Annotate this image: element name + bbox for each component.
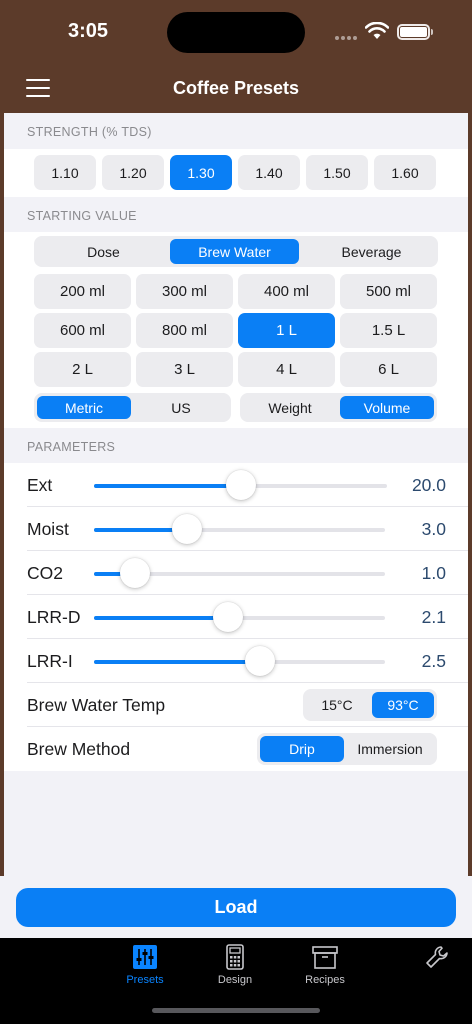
slider-thumb-lrr-i[interactable] (245, 646, 275, 676)
load-area: Load (0, 876, 472, 938)
slider-track-lrr-i[interactable] (94, 660, 385, 664)
starting-value-section-header: STARTING VALUE (27, 209, 137, 223)
slider-fill (94, 660, 260, 664)
parameter-label: Moist (27, 519, 69, 539)
starting-type-segmented-control: Dose Brew Water Beverage (34, 236, 438, 267)
wrench-icon (424, 944, 450, 970)
temp-option-15-c[interactable]: 15°C (306, 692, 368, 718)
page-title: Coffee Presets (172, 78, 300, 98)
measure-volume[interactable]: Volume (340, 396, 434, 419)
temp-option-93-c[interactable]: 93°C (372, 692, 434, 718)
brew-water-temp-segmented-control: 15°C 93°C (303, 689, 437, 721)
status-bar: 3:05 (0, 0, 472, 66)
volume-option-1-5-l[interactable]: 1.5 L (340, 313, 437, 348)
strength-option-1-30[interactable]: 1.30 (170, 155, 232, 190)
navigation-bar: Coffee Presets (0, 66, 472, 113)
battery-icon (397, 24, 430, 40)
unit-metric[interactable]: Metric (37, 396, 131, 419)
volume-option-500-ml[interactable]: 500 ml (340, 274, 437, 309)
parameter-value: 1.0 (421, 563, 446, 583)
slider-thumb-moist[interactable] (172, 514, 202, 544)
parameter-row-lrr-d: LRR-D 2.1 (4, 595, 468, 639)
measure-weight[interactable]: Weight (243, 396, 337, 419)
presets-sheet: STRENGTH (% TDS) 1.10 1.20 1.30 1.40 1.50 1.6… (4, 113, 468, 876)
load-button[interactable]: Load (16, 888, 456, 927)
sliders-icon (132, 944, 158, 970)
volume-option-1-l[interactable]: 1 L (238, 313, 335, 348)
tab-label: Design (217, 974, 253, 986)
measure-segmented-control: Weight Volume (240, 393, 437, 422)
tab-label: Recipes (305, 974, 345, 986)
parameter-label: CO2 (27, 563, 63, 583)
tab-design[interactable]: Design (200, 944, 270, 986)
brew-method-label: Brew Method (27, 739, 131, 759)
volume-option-800-ml[interactable]: 800 ml (136, 313, 233, 348)
strength-card: 1.10 1.20 1.30 1.40 1.50 1.60 (4, 149, 468, 197)
strength-option-1-60[interactable]: 1.60 (374, 155, 436, 190)
brew-method-row: Brew Method Drip Immersion (4, 727, 468, 771)
volume-option-3-l[interactable]: 3 L (136, 352, 233, 387)
brew-water-temp-row: Brew Water Temp 15°C 93°C (4, 683, 468, 727)
slider-fill (94, 616, 228, 620)
starting-value-card: Dose Brew Water Beverage 200 ml 300 ml 400 ml… (4, 232, 468, 428)
starting-type-beverage[interactable]: Beverage (305, 239, 438, 264)
parameter-value: 20.0 (411, 475, 446, 495)
brew-method-segmented-control: Drip Immersion (257, 733, 437, 765)
parameter-row-lrr-i: LRR-I 2.5 (4, 639, 468, 683)
parameter-row-moist: Moist 3.0 (4, 507, 468, 551)
parameter-row-ext: Ext 20.0 (4, 463, 468, 507)
dynamic-island (167, 12, 305, 53)
parameter-label: Ext (27, 475, 53, 495)
volume-option-300-ml[interactable]: 300 ml (136, 274, 233, 309)
parameters-section-header: PARAMETERS (27, 440, 116, 454)
volume-option-200-ml[interactable]: 200 ml (34, 274, 131, 309)
tab-recipes[interactable]: Recipes (290, 944, 360, 986)
status-time: 3:05 (68, 20, 109, 42)
strength-option-1-20[interactable]: 1.20 (102, 155, 164, 190)
tab-presets[interactable]: Presets (110, 944, 180, 986)
tab-tools[interactable] (402, 944, 472, 974)
parameter-value: 3.0 (421, 519, 446, 539)
tab-label: Presets (126, 974, 164, 986)
calculator-icon (222, 944, 248, 970)
strength-option-1-10[interactable]: 1.10 (34, 155, 96, 190)
battery-tip (431, 29, 433, 35)
slider-thumb-lrr-d[interactable] (213, 602, 243, 632)
brew-water-temp-label: Brew Water Temp (27, 695, 166, 715)
home-indicator (152, 1008, 320, 1013)
wifi-icon (365, 22, 389, 39)
parameter-label: LRR-D (27, 607, 81, 627)
starting-type-dose[interactable]: Dose (37, 239, 170, 264)
unit-us[interactable]: US (134, 396, 228, 419)
volume-option-400-ml[interactable]: 400 ml (238, 274, 335, 309)
archive-box-icon (312, 944, 338, 970)
starting-type-brew-water[interactable]: Brew Water (170, 239, 299, 264)
cellular-signal-icon (335, 36, 359, 40)
parameter-value: 2.5 (421, 651, 446, 671)
slider-thumb-co2[interactable] (120, 558, 150, 588)
slider-thumb-ext[interactable] (226, 470, 256, 500)
unit-system-segmented-control: Metric US (34, 393, 231, 422)
parameter-row-co2: CO2 1.0 (4, 551, 468, 595)
method-option-immersion[interactable]: Immersion (345, 736, 435, 762)
method-option-drip[interactable]: Drip (260, 736, 344, 762)
strength-option-1-50[interactable]: 1.50 (306, 155, 368, 190)
parameters-card: Ext 20.0 Moist 3.0 CO2 1.0 LRR-D 2.1 LRR-I 2.5 Bre… (4, 463, 468, 771)
slider-fill (94, 484, 241, 488)
volume-option-6-l[interactable]: 6 L (340, 352, 437, 387)
volume-option-600-ml[interactable]: 600 ml (34, 313, 131, 348)
parameter-value: 2.1 (421, 607, 446, 627)
strength-section-header: STRENGTH (% TDS) (27, 125, 152, 139)
strength-option-1-40[interactable]: 1.40 (238, 155, 300, 190)
parameter-label: LRR-I (27, 651, 73, 671)
volume-option-2-l[interactable]: 2 L (34, 352, 131, 387)
slider-track-moist[interactable] (94, 528, 385, 532)
volume-option-4-l[interactable]: 4 L (238, 352, 335, 387)
